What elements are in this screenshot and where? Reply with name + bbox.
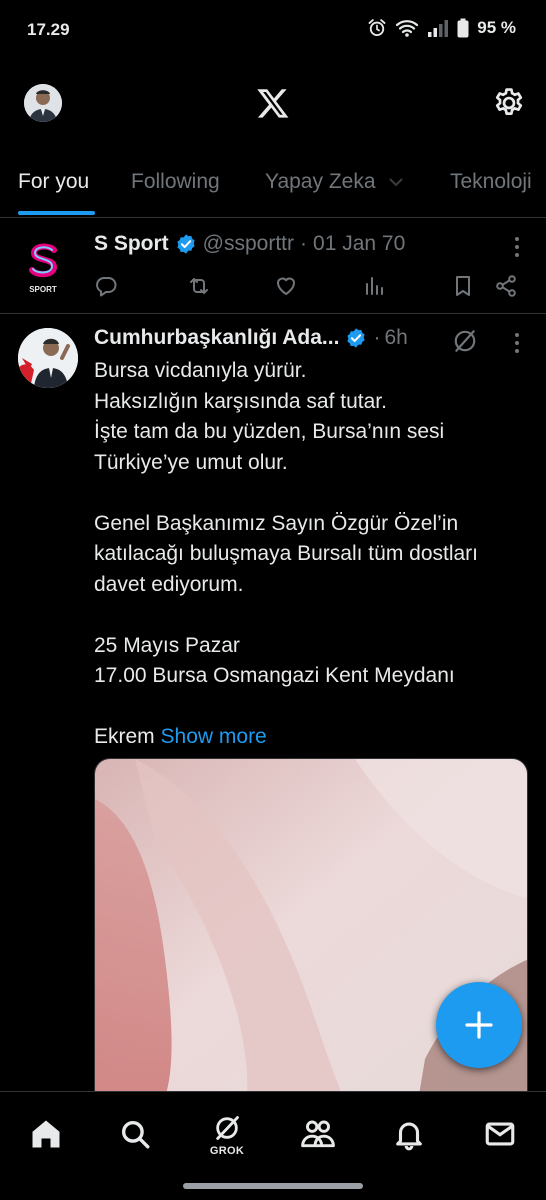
status-icons: 95 % [367, 18, 516, 38]
post-text-last-line: Ekrem Show more [94, 722, 514, 753]
post-header: Cumhurbaşkanlığı Ada... · 6h [94, 326, 408, 350]
author-handle[interactable]: @ssporttr [203, 232, 294, 256]
search-icon [121, 1120, 150, 1149]
share-icon[interactable] [494, 274, 518, 298]
author-avatar[interactable] [18, 328, 78, 388]
show-more-link[interactable]: Show more [161, 725, 267, 748]
chevron-down-icon [389, 178, 404, 187]
dot-separator: · [373, 326, 381, 349]
status-time: 17.29 [27, 20, 70, 39]
verified-badge-icon [347, 328, 366, 348]
mail-icon [485, 1122, 515, 1146]
grok-explain-icon[interactable] [452, 328, 478, 354]
alarm-icon [368, 19, 386, 36]
post-ssport[interactable]: SPORT S Sport @ssporttr · 01 Jan 70 [0, 220, 546, 314]
author-photo [18, 328, 78, 388]
repost-icon[interactable] [187, 274, 211, 298]
profile-avatar[interactable] [24, 84, 62, 122]
tab-yapay-zeka-label: Yapay Zeka [265, 170, 376, 193]
post-time: 01 Jan 70 [313, 232, 406, 255]
post-text-line: 25 Mayıs Pazar [94, 633, 240, 657]
post-text-line: Haksızlığın karşısında saf tutar. [94, 389, 387, 413]
nav-messages[interactable] [480, 1114, 520, 1154]
wifi-icon [396, 20, 419, 37]
post-time: 6h [384, 326, 408, 349]
ssport-avatar-text: SPORT [29, 285, 57, 294]
reply-icon[interactable] [94, 274, 118, 298]
status-bar: 17.29 95 % [0, 0, 546, 60]
timeline-tabs: For you Following Yapay Zeka Teknoloji [0, 160, 546, 218]
grok-icon [216, 1116, 239, 1140]
home-icon [32, 1120, 60, 1148]
tab-teknoloji[interactable]: Teknoloji [450, 170, 532, 194]
post-text: Bursa vicdanıyla yürür. Haksızlığın karş… [94, 356, 514, 753]
tab-yapay-zeka[interactable]: Yapay Zeka [265, 170, 405, 194]
nav-search[interactable] [115, 1114, 155, 1154]
dot-separator: · [300, 232, 308, 255]
bookmark-icon[interactable] [451, 274, 475, 298]
active-tab-indicator [18, 211, 95, 215]
grok-label: GROK [209, 1145, 245, 1157]
nav-grok[interactable]: GROK [207, 1114, 247, 1157]
communities-icon [301, 1120, 335, 1148]
profile-photo [24, 84, 62, 122]
post-text-line: Genel Başkanımız Sayın Özgür Özel’in [94, 511, 459, 535]
author-name[interactable]: Cumhurbaşkanlığı Ada... [94, 326, 339, 350]
bell-icon [396, 1122, 422, 1151]
author-name[interactable]: S Sport [94, 232, 169, 256]
tab-for-you[interactable]: For you [18, 170, 89, 194]
nav-notifications[interactable] [389, 1114, 429, 1154]
compose-post-button[interactable] [436, 982, 522, 1068]
post-text-signature: Ekrem [94, 725, 155, 748]
post-text-line: davet ediyorum. [94, 572, 244, 596]
like-icon[interactable] [274, 274, 298, 298]
nav-home[interactable] [26, 1114, 66, 1154]
post-actions [94, 274, 524, 304]
battery-percent: 95 % [477, 18, 516, 37]
post-text-line: İşte tam da bu yüzden, Bursa’nın sesi [94, 420, 445, 443]
post-cumhurbaskanligi[interactable]: Cumhurbaşkanlığı Ada... · 6h Bursa vicda… [0, 316, 546, 1118]
gear-icon[interactable] [492, 86, 526, 120]
gesture-home-indicator[interactable] [183, 1183, 363, 1189]
signal-icon [428, 20, 449, 37]
nav-communities[interactable] [298, 1114, 338, 1154]
top-app-bar [0, 72, 546, 134]
post-header: S Sport @ssporttr · 01 Jan 70 [94, 232, 405, 256]
verified-badge-icon [177, 234, 195, 254]
post-text-line: Bursa vicdanıyla yürür. [94, 359, 307, 382]
bottom-navigation: GROK [0, 1091, 546, 1175]
more-options-icon[interactable] [514, 236, 520, 258]
post-text-line: Türkiye’ye umut olur. [94, 450, 288, 474]
x-logo-icon[interactable] [255, 86, 291, 120]
more-options-icon[interactable] [514, 332, 520, 354]
tab-following[interactable]: Following [131, 170, 220, 194]
post-text-line: 17.00 Bursa Osmangazi Kent Meydanı [94, 664, 455, 687]
post-text-line: katılacağı buluşmaya Bursalı tüm dostlar… [94, 542, 479, 565]
ssport-avatar[interactable]: SPORT [18, 234, 68, 300]
views-icon[interactable] [362, 274, 386, 298]
plus-icon [465, 1011, 493, 1039]
ssport-logo: SPORT [18, 234, 68, 300]
battery-icon [457, 18, 469, 38]
